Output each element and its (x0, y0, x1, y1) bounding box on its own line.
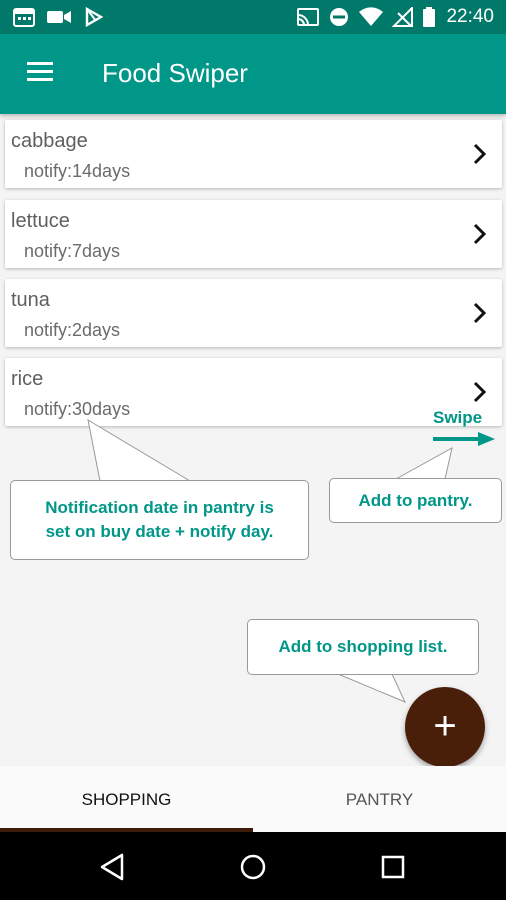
chevron-right-icon (473, 143, 487, 165)
add-item-button[interactable]: + (405, 687, 485, 767)
no-signal-icon (392, 7, 413, 27)
tab-bar: SHOPPING PANTRY (0, 766, 506, 832)
do-not-disturb-icon (330, 8, 348, 26)
video-icon (47, 11, 71, 23)
callout-pointer (394, 447, 453, 480)
item-notify: notify:7days (24, 241, 121, 261)
notification-callout: Notification date in pantry is set on bu… (10, 480, 309, 560)
navigation-bar (0, 832, 506, 900)
notification-callout-line: Notification date in pantry is (45, 498, 274, 517)
calendar-icon (13, 8, 35, 27)
swipe-arrow-icon (433, 432, 495, 446)
tab-shopping[interactable]: SHOPPING (0, 766, 253, 832)
home-icon[interactable] (236, 850, 270, 884)
item-name: tuna (11, 289, 50, 311)
recents-icon[interactable] (376, 850, 410, 884)
pantry-callout: Add to pantry. (329, 478, 502, 523)
play-store-icon (85, 7, 104, 27)
shopping-callout: Add to shopping list. (247, 619, 479, 675)
status-bar: 22:40 (0, 0, 506, 34)
callout-pointer (87, 418, 192, 482)
item-name: rice (11, 368, 44, 390)
list-item[interactable]: cabbage notify:14days (5, 120, 502, 188)
battery-icon (423, 7, 435, 27)
item-name: lettuce (11, 210, 70, 232)
app-bar: Food Swiper (0, 34, 506, 114)
item-notify: notify:30days (24, 399, 131, 419)
item-notify: notify:14days (24, 161, 131, 181)
notification-callout-line: set on buy date + notify day. (45, 522, 274, 541)
menu-icon[interactable] (27, 62, 53, 82)
list-item[interactable]: rice notify:30days (5, 358, 502, 426)
chevron-right-icon (473, 302, 487, 324)
status-time: 22:40 (446, 6, 494, 27)
swipe-label: Swipe (433, 408, 483, 427)
callout-pointer (337, 673, 406, 703)
chevron-right-icon (473, 381, 487, 403)
wifi-icon (359, 7, 383, 27)
list-item[interactable]: lettuce notify:7days (5, 200, 502, 268)
item-notify: notify:2days (24, 320, 121, 340)
cast-icon (297, 8, 319, 26)
app-title: Food Swiper (102, 58, 248, 88)
item-name: cabbage (11, 130, 88, 152)
chevron-right-icon (473, 223, 487, 245)
back-icon[interactable] (96, 850, 130, 884)
tab-pantry[interactable]: PANTRY (253, 766, 506, 832)
list-item[interactable]: tuna notify:2days (5, 279, 502, 347)
